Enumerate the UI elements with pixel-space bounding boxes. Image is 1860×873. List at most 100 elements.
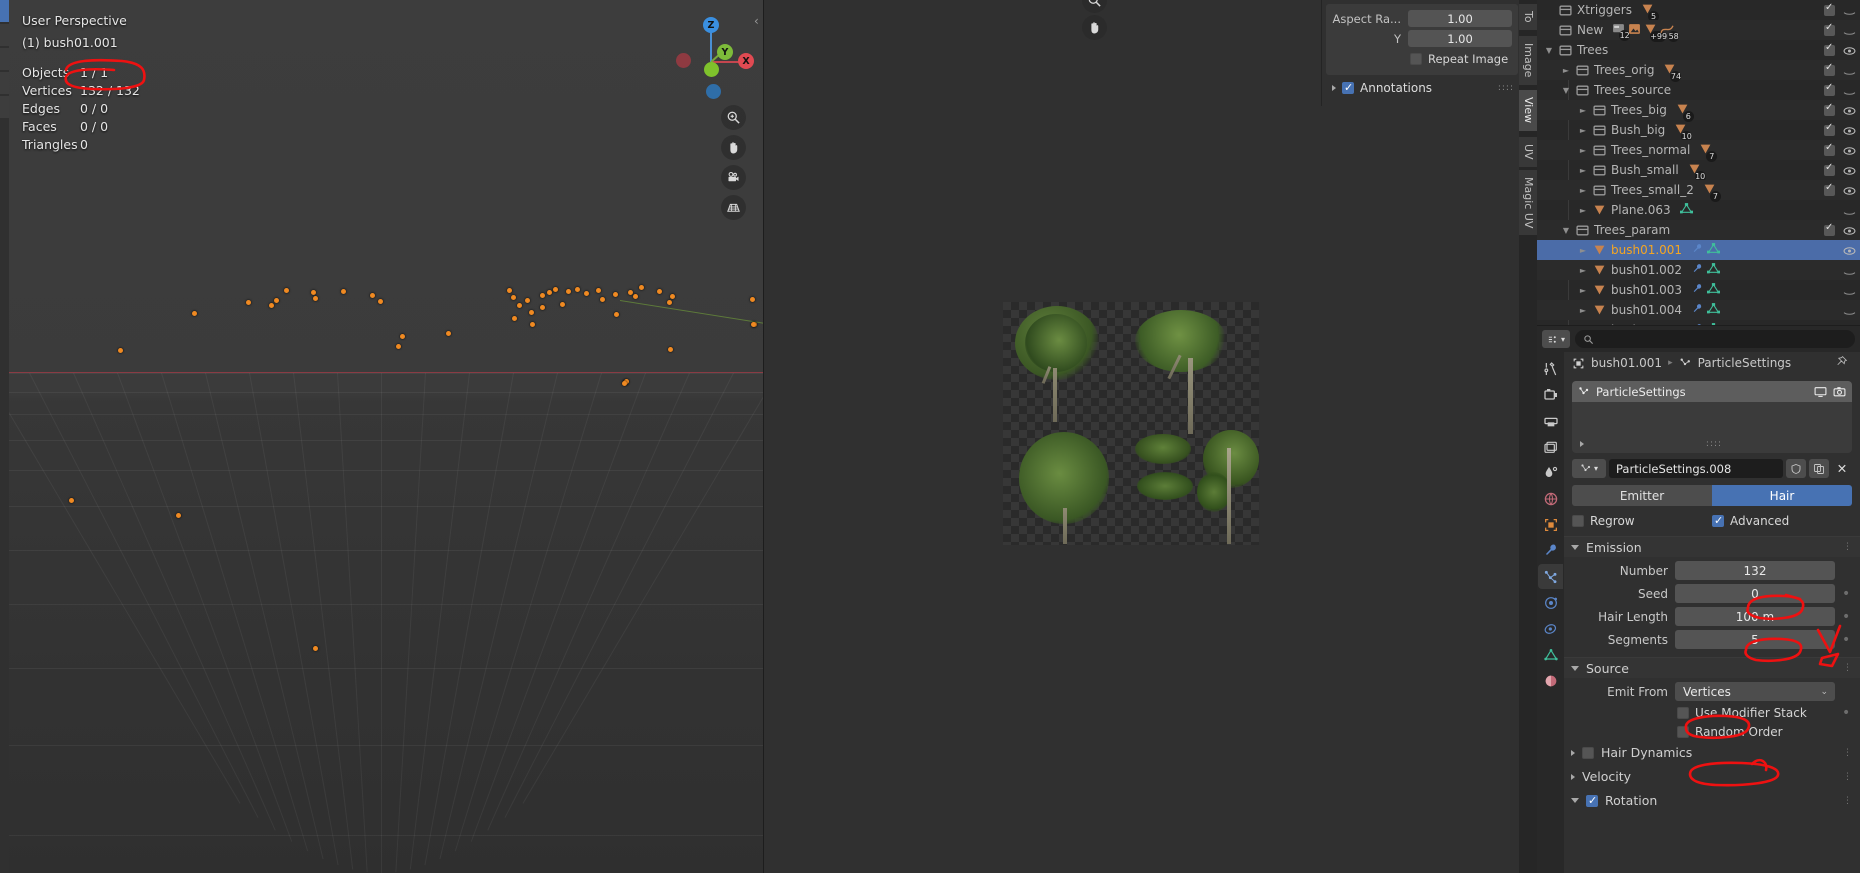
- row-toggles[interactable]: [1824, 122, 1856, 136]
- visibility-eye-icon[interactable]: [1843, 185, 1856, 195]
- viewport-toolbar[interactable]: [0, 0, 9, 873]
- exclude-checkbox[interactable]: [1824, 222, 1835, 236]
- row-toggles[interactable]: [1824, 205, 1856, 215]
- annotations-panel-header[interactable]: Annotations ::::: [1322, 75, 1522, 95]
- mesh-data-icon[interactable]: [1707, 243, 1721, 257]
- row-toggles[interactable]: [1824, 265, 1856, 275]
- outliner-row[interactable]: ► Trees_small_2 7: [1537, 180, 1860, 202]
- emission-section-header[interactable]: Emission ⋮: [1564, 536, 1860, 557]
- camera-icon[interactable]: [721, 165, 746, 190]
- image-tab-image[interactable]: Image: [1519, 36, 1537, 85]
- exclude-checkbox[interactable]: [1824, 122, 1835, 136]
- row-toggles[interactable]: [1824, 42, 1856, 56]
- outliner-item-name[interactable]: Plane.063: [1608, 203, 1671, 217]
- outliner-item-name[interactable]: New: [1574, 23, 1603, 37]
- outliner-row[interactable]: ► Bush_small 10: [1537, 160, 1860, 182]
- image-tab-magic-uv[interactable]: Magic UV: [1519, 169, 1537, 235]
- particle-list-footer[interactable]: ::::: [1572, 439, 1852, 449]
- exclude-checkbox[interactable]: [1824, 162, 1835, 176]
- chevron-right-icon[interactable]: [1332, 85, 1336, 91]
- gizmo-neg-y-dot[interactable]: [704, 62, 719, 77]
- outliner-row[interactable]: ► Trees_orig 74: [1537, 60, 1860, 82]
- field-value[interactable]: 5: [1675, 630, 1835, 649]
- visibility-eye-icon[interactable]: [1843, 65, 1856, 75]
- chevron-down-icon[interactable]: [1571, 544, 1579, 550]
- random-order-checkbox[interactable]: [1677, 726, 1689, 738]
- chevron-right-icon[interactable]: ►: [1575, 126, 1591, 135]
- outliner-row[interactable]: ► bush01.004: [1537, 300, 1860, 320]
- outliner-item-name[interactable]: Trees_orig: [1591, 63, 1654, 77]
- particle-settings-datablock-row[interactable]: ▾ ParticleSettings.008 ✕: [1572, 459, 1852, 478]
- visibility-eye-icon[interactable]: [1843, 305, 1856, 315]
- animate-dot[interactable]: •: [1842, 705, 1850, 721]
- drag-grip-icon[interactable]: ::::: [1706, 439, 1722, 449]
- image-canvas[interactable]: [1003, 302, 1259, 545]
- visibility-eye-icon[interactable]: [1843, 245, 1856, 255]
- outliner-row[interactable]: ► bush01.002: [1537, 260, 1860, 280]
- section-menu-icon[interactable]: ⋮: [1843, 796, 1852, 806]
- outliner-item-name[interactable]: Trees_normal: [1608, 143, 1690, 157]
- mesh-icon[interactable]: 74: [1663, 63, 1682, 82]
- outliner-row[interactable]: ► Trees_normal 7: [1537, 140, 1860, 162]
- animate-dot[interactable]: •: [1842, 632, 1850, 648]
- advanced-checkbox-row[interactable]: Advanced: [1712, 514, 1852, 528]
- browse-particlesettings-button[interactable]: ▾: [1572, 459, 1606, 478]
- section-menu-icon[interactable]: ⋮: [1843, 663, 1852, 673]
- chevron-down-icon[interactable]: [1571, 798, 1579, 803]
- outliner-item-name[interactable]: Bush_small: [1608, 163, 1679, 177]
- file-icon[interactable]: 12: [1612, 23, 1631, 41]
- animate-dot[interactable]: •: [1842, 609, 1850, 625]
- row-toggles[interactable]: [1824, 142, 1856, 156]
- animate-dot[interactable]: •: [1842, 586, 1850, 602]
- field-value[interactable]: 100 m: [1675, 607, 1835, 626]
- visibility-eye-icon[interactable]: [1843, 45, 1856, 55]
- visibility-eye-icon[interactable]: [1843, 125, 1856, 135]
- properties-header[interactable]: ▾: [1537, 326, 1860, 352]
- source-section-header[interactable]: Source ⋮: [1564, 657, 1860, 678]
- outliner-row[interactable]: ► Trees_big 6: [1537, 100, 1860, 122]
- hand-icon[interactable]: [721, 135, 746, 160]
- particles-icon[interactable]: [1538, 564, 1563, 589]
- tool-button-rotate[interactable]: [0, 72, 9, 94]
- physics-icon[interactable]: [1538, 590, 1563, 615]
- outliner-item-name[interactable]: Trees_param: [1591, 223, 1670, 237]
- output-icon[interactable]: [1538, 408, 1563, 433]
- row-toggles[interactable]: [1824, 182, 1856, 196]
- visibility-eye-icon[interactable]: [1843, 145, 1856, 155]
- outliner-item-name[interactable]: Trees: [1574, 43, 1608, 57]
- mesh-data-icon[interactable]: [1707, 263, 1721, 277]
- mesh-data-icon[interactable]: [1707, 283, 1721, 297]
- row-toggles[interactable]: [1824, 102, 1856, 116]
- breadcrumb-object[interactable]: bush01.001: [1591, 356, 1662, 370]
- exclude-checkbox[interactable]: [1824, 182, 1835, 196]
- image-icon[interactable]: [1628, 23, 1641, 38]
- outliner-row[interactable]: ►bush01.005: [1537, 320, 1860, 325]
- pin-icon[interactable]: [1835, 355, 1848, 371]
- wrench-icon[interactable]: [1691, 263, 1704, 278]
- unlink-datablock-button[interactable]: ✕: [1832, 459, 1852, 478]
- row-toggles[interactable]: [1824, 162, 1856, 176]
- gizmo-neg-x-dot[interactable]: [676, 53, 691, 68]
- exclude-checkbox[interactable]: [1824, 42, 1835, 56]
- visibility-eye-icon[interactable]: [1843, 165, 1856, 175]
- outliner-item-name[interactable]: bush01.003: [1608, 283, 1682, 297]
- modifier-icon[interactable]: [1538, 538, 1563, 563]
- properties-body[interactable]: bush01.001 ▸ ParticleSettings ParticleSe…: [1564, 352, 1860, 873]
- section-menu-icon[interactable]: ⋮: [1843, 748, 1852, 758]
- emission-field-row[interactable]: Seed 0 •: [1572, 584, 1850, 603]
- chevron-right-icon[interactable]: ►: [1575, 186, 1591, 195]
- outliner-row[interactable]: ► Bush_big 10: [1537, 120, 1860, 142]
- row-toggles[interactable]: [1824, 285, 1856, 295]
- sidebar-collapse-icon[interactable]: ‹: [754, 14, 759, 28]
- annotations-checkbox[interactable]: [1342, 81, 1354, 94]
- chevron-down-icon[interactable]: ▼: [1558, 86, 1574, 95]
- emission-field-row[interactable]: Hair Length 100 m •: [1572, 607, 1850, 626]
- grid-icon[interactable]: [721, 195, 746, 220]
- image-tab-view[interactable]: View: [1519, 90, 1537, 131]
- particle-system-list[interactable]: ParticleSettings ::::: [1572, 381, 1852, 453]
- tool-button-cursor[interactable]: [0, 24, 9, 46]
- editor-type-button[interactable]: ▾: [1542, 330, 1571, 348]
- chevron-right-icon[interactable]: ►: [1575, 306, 1591, 315]
- aspect-ratio-y-row[interactable]: Y 1.00: [1332, 30, 1512, 47]
- visibility-eye-icon[interactable]: [1843, 25, 1856, 35]
